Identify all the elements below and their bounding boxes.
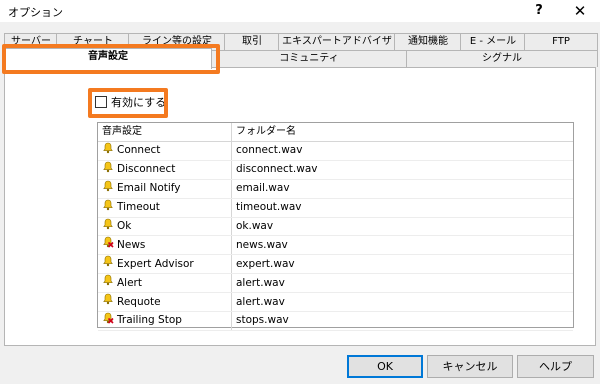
table-row[interactable]: Trailing Stop stops.wav (98, 312, 573, 331)
tab-sounds[interactable]: 音声設定 (4, 48, 212, 69)
file-cell[interactable]: ok.wav (232, 218, 573, 236)
event-cell: News (98, 236, 232, 255)
tab-signals[interactable]: シグナル (406, 50, 598, 67)
bell-icon (102, 274, 114, 292)
event-cell: Disconnect (98, 160, 232, 179)
event-name: Timeout (117, 201, 160, 214)
checkbox-box[interactable] (95, 96, 107, 108)
event-cell: Connect (98, 142, 232, 160)
event-name: Email Notify (117, 182, 181, 195)
cancel-button[interactable]: キャンセル (427, 355, 513, 378)
bell-icon (102, 293, 114, 311)
event-name: Requote (117, 295, 161, 308)
event-cell: Timeout (98, 198, 232, 217)
file-cell[interactable]: alert.wav (232, 274, 573, 292)
file-cell[interactable]: alert.wav (232, 293, 573, 311)
table-row[interactable]: Connect connect.wav (98, 142, 573, 161)
event-name: Ok (117, 220, 132, 232)
event-cell: Trailing Stop (98, 312, 232, 330)
help-button[interactable]: ヘルプ (517, 355, 594, 378)
event-cell: Requote (98, 293, 232, 312)
table-row[interactable]: Ok ok.wav (98, 217, 573, 237)
column-header-file[interactable]: フォルダー名 (232, 123, 573, 141)
event-cell: Alert (98, 274, 232, 293)
bell-icon (102, 142, 114, 160)
tab-row-2: 音声設定 コミュニティ シグナル (4, 48, 598, 69)
event-name: Alert (117, 276, 142, 289)
file-cell[interactable]: stops.wav (232, 312, 573, 330)
file-cell[interactable]: email.wav (232, 180, 573, 198)
table-row[interactable]: Requote alert.wav (98, 293, 573, 313)
ok-button[interactable]: OK (347, 355, 423, 378)
event-name: Connect (117, 144, 161, 157)
bell-icon (102, 199, 114, 217)
enable-label: 有効にする (111, 96, 167, 109)
window-title: オプション (8, 6, 63, 19)
event-name: News (117, 238, 146, 251)
tab-trade[interactable]: 取引 (224, 33, 280, 50)
tab-email[interactable]: E - メール (460, 33, 526, 50)
close-icon[interactable]: ✕ (566, 1, 594, 21)
table-header: 音声設定 フォルダー名 (98, 123, 573, 142)
enable-checkbox[interactable]: 有効にする (95, 94, 166, 110)
event-name: Expert Advisor (117, 257, 194, 270)
file-cell[interactable]: expert.wav (232, 255, 573, 273)
column-header-event[interactable]: 音声設定 (98, 123, 232, 141)
table-row[interactable]: News news.wav (98, 236, 573, 256)
table-row[interactable]: Expert Advisor expert.wav (98, 255, 573, 275)
file-cell[interactable]: news.wav (232, 236, 573, 254)
event-cell: Email Notify (98, 179, 232, 198)
bell-icon (102, 218, 114, 236)
help-icon[interactable]: ? (525, 1, 553, 21)
tab-notifications[interactable]: 通知機能 (394, 33, 462, 50)
file-cell[interactable]: disconnect.wav (232, 161, 573, 179)
bell-disabled-icon (102, 312, 114, 330)
file-cell[interactable]: connect.wav (232, 142, 573, 160)
table-row[interactable]: Disconnect disconnect.wav (98, 160, 573, 180)
table-row[interactable]: Email Notify email.wav (98, 179, 573, 199)
table-body: Connect connect.wav Disconnect disconnect.w… (98, 142, 573, 331)
table-row[interactable]: Timeout timeout.wav (98, 198, 573, 218)
bell-disabled-icon (102, 236, 114, 254)
title-bar: オプション ? ✕ (0, 0, 600, 22)
tab-ftp[interactable]: FTP (524, 33, 598, 50)
bell-icon (102, 161, 114, 179)
bell-icon (102, 180, 114, 198)
tab-community[interactable]: コミュニティ (210, 50, 408, 67)
event-cell: Expert Advisor (98, 255, 232, 274)
bell-icon (102, 255, 114, 273)
table-row[interactable]: Alert alert.wav (98, 274, 573, 294)
event-name: Trailing Stop (117, 314, 182, 327)
tab-expert-advisors[interactable]: エキスパートアドバイザ (278, 33, 396, 50)
event-name: Disconnect (117, 163, 176, 176)
event-cell: Ok (98, 217, 232, 236)
sound-events-table: 音声設定 フォルダー名 Connect connect.wav Disconnect… (97, 122, 574, 331)
file-cell[interactable]: timeout.wav (232, 199, 573, 217)
